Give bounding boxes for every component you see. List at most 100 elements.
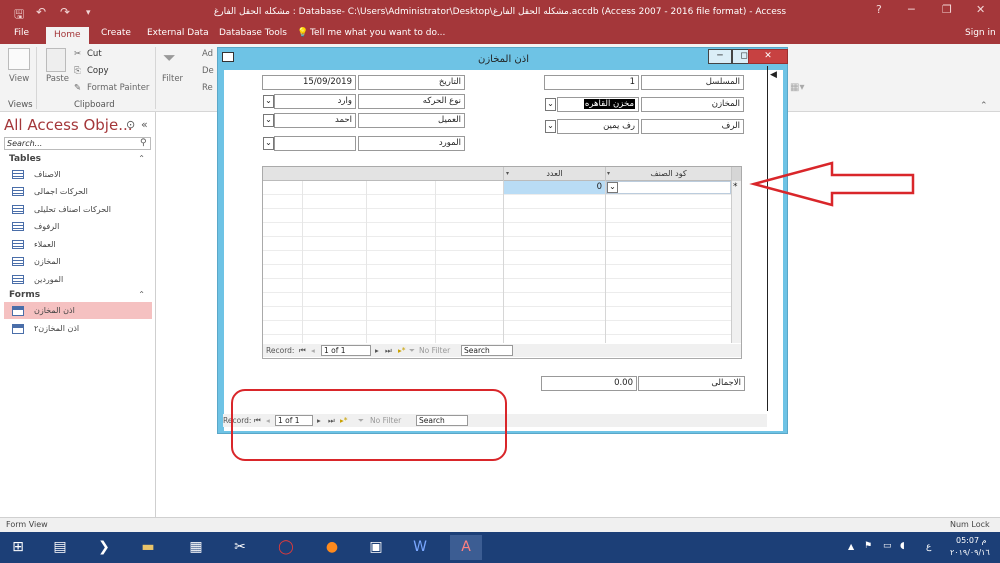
powershell-icon[interactable]: ❯ — [88, 535, 120, 560]
file-explorer-icon[interactable]: ▬ — [132, 535, 164, 560]
next-record-icon[interactable]: ▸ — [375, 344, 379, 357]
word-icon[interactable]: W — [404, 535, 436, 560]
start-button[interactable]: ⊞ — [2, 535, 34, 560]
nav-table-item[interactable]: العملاء — [4, 236, 152, 253]
volume-icon[interactable]: ◖ — [900, 541, 905, 551]
subform-search-input[interactable]: Search — [461, 345, 513, 356]
filter-button-label[interactable]: Filter — [162, 74, 183, 84]
access-icon[interactable]: A — [450, 535, 482, 560]
count-cell[interactable]: 0 — [504, 181, 605, 194]
tab-database-tools[interactable]: Database Tools — [219, 28, 287, 38]
ribbon-more-icon[interactable]: ▦▾ — [790, 82, 804, 93]
descending-label[interactable]: De — [202, 66, 214, 76]
ascending-label[interactable]: Ad — [202, 49, 213, 59]
form-minimize-button[interactable]: ─ — [708, 49, 732, 64]
calendar-app-icon[interactable]: ▣ — [360, 535, 392, 560]
shelf-combo[interactable]: رف يمين — [557, 119, 639, 134]
paste-icon[interactable] — [46, 48, 66, 72]
sort-dropdown-icon[interactable]: ▾ — [607, 170, 610, 177]
nav-search-input[interactable]: Search... — [4, 137, 151, 150]
chevron-down-icon[interactable]: ⌄ — [263, 95, 274, 108]
nav-form-item[interactable]: اذن المخازن٢ — [4, 320, 152, 337]
grid-line — [366, 181, 367, 343]
collapse-ribbon-icon[interactable]: ⌃ — [980, 101, 988, 111]
total-field[interactable]: 0.00 — [541, 376, 637, 391]
minimize-button[interactable]: ─ — [908, 3, 915, 16]
input-language[interactable]: ع — [926, 542, 931, 552]
nav-table-item[interactable]: الحركات اجمالى — [4, 183, 152, 200]
network-icon[interactable]: ▭ — [883, 541, 892, 551]
tables-section-header[interactable]: Tables ⌃ — [0, 152, 155, 166]
window-title: مشكله الحقل الفارغ : Database- C:\Users\… — [213, 7, 787, 17]
close-button[interactable]: ✕ — [976, 3, 985, 16]
new-record-icon[interactable]: ▸* — [398, 344, 406, 357]
firefox-icon[interactable]: ● — [316, 535, 348, 560]
record-selector-column[interactable] — [731, 181, 741, 343]
clock-time[interactable]: 05:07 م — [956, 536, 987, 545]
paste-button-label[interactable]: Paste — [46, 74, 69, 84]
help-button[interactable]: ? — [876, 3, 882, 16]
nav-table-item[interactable]: الموردين — [4, 271, 152, 288]
save-icon[interactable]: 🖫 — [14, 5, 24, 26]
view-icon[interactable] — [8, 48, 30, 70]
nav-item-label: الاصناف — [34, 170, 61, 179]
clock-date[interactable]: ٢٠١٩/٠٩/١٦ — [950, 548, 990, 557]
prev-record-icon[interactable]: ◂ — [311, 344, 315, 357]
chevron-down-icon[interactable]: ⌄ — [545, 98, 556, 111]
movement-type-combo[interactable]: وارد — [274, 94, 356, 109]
chevron-down-icon[interactable]: ⌄ — [263, 114, 274, 127]
select-all-corner[interactable] — [731, 167, 741, 181]
chevron-down-icon[interactable]: ⌄ — [607, 182, 618, 193]
item-code-cell[interactable] — [606, 181, 731, 194]
customize-qat-icon[interactable]: ▾ — [86, 8, 91, 18]
copy-button[interactable]: Copy — [87, 66, 109, 76]
chevron-down-icon[interactable]: ⌄ — [263, 137, 274, 150]
form-close-button[interactable]: ✕ — [748, 49, 788, 64]
view-button-label[interactable]: View — [9, 74, 29, 84]
client-combo[interactable]: احمد — [274, 113, 356, 128]
tab-file[interactable]: File — [14, 28, 29, 38]
notepad-icon[interactable]: ▦ — [180, 535, 212, 560]
date-field[interactable]: 15/09/2019 — [262, 75, 356, 90]
nav-table-item[interactable]: المخازن — [4, 253, 152, 270]
nav-title[interactable]: All Access Obje... — [4, 116, 133, 134]
tab-home[interactable]: Home — [46, 26, 89, 44]
undo-icon[interactable]: ↶ — [36, 5, 46, 19]
sign-in-link[interactable]: Sign in — [965, 28, 996, 38]
show-hidden-icons[interactable]: ▲ — [848, 542, 854, 551]
redo-icon[interactable]: ↷ — [60, 5, 70, 19]
server-manager-icon[interactable]: ▤ — [44, 535, 76, 560]
no-filter-button[interactable]: No Filter — [419, 344, 450, 357]
nav-table-item[interactable]: الاصناف — [4, 166, 152, 183]
search-icon[interactable]: ⚲ — [140, 138, 147, 148]
forms-section-header[interactable]: Forms ⌃ — [0, 288, 155, 302]
column-header-item-code[interactable]: كود الصنف — [605, 167, 731, 181]
record-position-input[interactable]: 1 of 1 — [321, 345, 371, 356]
nav-table-item[interactable]: الرفوف — [4, 218, 152, 235]
column-header-count[interactable]: العدد — [503, 167, 605, 181]
nav-form-item-selected[interactable]: اذن المخازن — [4, 302, 152, 319]
format-painter-button[interactable]: Format Painter — [87, 83, 149, 93]
action-center-icon[interactable]: ⚑ — [864, 541, 872, 551]
opera-icon[interactable]: ◯ — [270, 535, 302, 560]
serial-field[interactable]: 1 — [544, 75, 639, 90]
last-record-icon[interactable]: ⏭ — [385, 344, 392, 357]
tab-create[interactable]: Create — [101, 28, 131, 38]
record-selector-icon[interactable]: ◀ — [770, 70, 777, 80]
nav-menu-icon[interactable]: ⊙ — [126, 118, 135, 131]
tab-external-data[interactable]: External Data — [147, 28, 209, 38]
nav-table-item[interactable]: الحركات اصناف تحليلى — [4, 201, 152, 218]
subform-datasheet: كود الصنف العدد ▾ ▾ * 0 ⌄ Record: ⏮ ◂ 1 … — [262, 166, 742, 359]
warehouses-combo[interactable]: مخزن القاهره — [557, 97, 639, 112]
shutter-bar-icon[interactable]: « — [141, 118, 148, 131]
chevron-down-icon[interactable]: ⌄ — [545, 120, 556, 133]
cut-button[interactable]: Cut — [87, 49, 102, 59]
restore-button[interactable]: ❐ — [942, 3, 952, 16]
sort-dropdown-icon[interactable]: ▾ — [506, 170, 509, 177]
supplier-combo[interactable] — [274, 136, 356, 151]
tell-me-box[interactable]: Tell me what you want to do... — [310, 28, 445, 38]
tools-icon[interactable]: ✂ — [224, 535, 256, 560]
filter-icon[interactable]: ⏷ — [163, 48, 176, 68]
first-record-icon[interactable]: ⏮ — [299, 344, 306, 357]
remove-sort-label[interactable]: Re — [202, 83, 213, 93]
